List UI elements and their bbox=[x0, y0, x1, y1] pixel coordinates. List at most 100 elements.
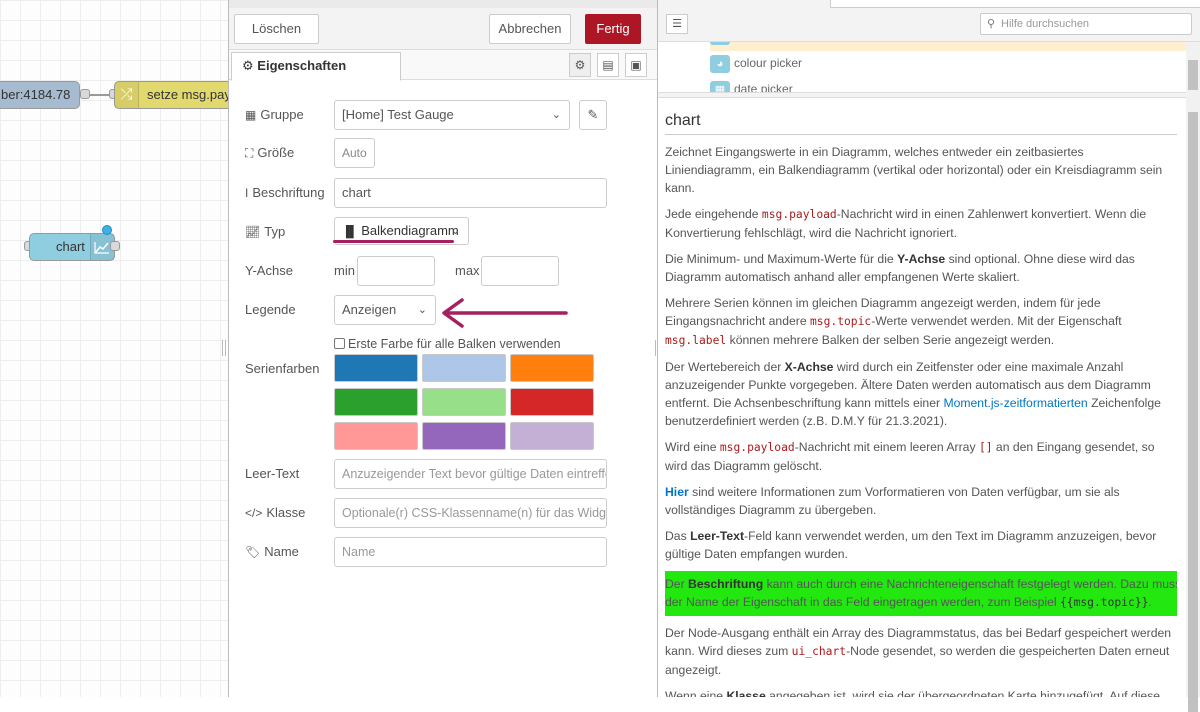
group-select-value: [Home] Test Gauge bbox=[342, 107, 454, 122]
type-label: 📈︎ Typ bbox=[245, 217, 285, 247]
first-color-checkbox[interactable] bbox=[334, 338, 345, 349]
series-color-swatch[interactable] bbox=[422, 354, 506, 382]
help-paragraph: Die Minimum- und Maximum-Werte für die Y… bbox=[665, 252, 1135, 284]
yaxis-max-input[interactable] bbox=[481, 256, 559, 286]
group-label-text: Gruppe bbox=[260, 107, 304, 122]
help-paragraph: Zeichnet Eingangswerte in ein Diagramm, … bbox=[665, 145, 1163, 195]
text-cursor-icon: I bbox=[245, 186, 249, 200]
series-colors-label: Serienfarben bbox=[245, 361, 320, 376]
tray-toolbar: Löschen Abbrechen Fertig bbox=[229, 0, 657, 50]
momentjs-link[interactable]: Moment.js-zeitformatierten bbox=[943, 396, 1087, 410]
series-color-swatch[interactable] bbox=[334, 354, 418, 382]
help-paragraph: Das Leer-Text-Feld kann verwendet werden… bbox=[665, 529, 1157, 561]
legend-select[interactable]: Anzeigen ⌄ bbox=[334, 295, 436, 325]
search-icon: ⚲ bbox=[987, 18, 996, 30]
series-color-swatch[interactable] bbox=[510, 388, 594, 416]
yaxis-max-label: max bbox=[455, 263, 480, 278]
help-search-input[interactable]: ⚲ Hilfe durchsuchen bbox=[980, 13, 1192, 35]
area-chart-icon: 📈︎ bbox=[245, 225, 261, 239]
name-label: 🏷︎ Name bbox=[245, 537, 299, 567]
caption-label: I Beschriftung bbox=[245, 178, 325, 208]
sensor-node-output-port[interactable] bbox=[80, 89, 90, 99]
resize-handle[interactable] bbox=[222, 340, 226, 356]
help-title: chart bbox=[665, 112, 1177, 135]
list-toggle-button[interactable]: ☰ bbox=[666, 14, 688, 34]
pencil-icon: ✎ bbox=[587, 107, 599, 122]
gear-icon: ⚙ bbox=[574, 58, 586, 72]
help-sidebar: ☰ ⚲ Hilfe durchsuchen ◕ colour picker ▦ da… bbox=[658, 0, 1200, 712]
help-paragraph: Der Wertebereich der X-Achse wird durch … bbox=[665, 360, 1161, 428]
yaxis-label: Y-Achse bbox=[245, 263, 293, 278]
class-label-text: Klasse bbox=[266, 505, 306, 520]
group-select[interactable]: [Home] Test Gauge ⌄ bbox=[334, 100, 570, 130]
series-color-swatch[interactable] bbox=[510, 422, 594, 450]
resize-icon: ⛶ bbox=[245, 146, 254, 160]
series-color-swatch[interactable] bbox=[422, 388, 506, 416]
description-tab-button[interactable]: ▤ bbox=[597, 53, 619, 77]
type-label-text: Typ bbox=[264, 224, 286, 239]
name-input[interactable]: Name bbox=[334, 537, 607, 567]
legend-label: Legende bbox=[245, 302, 296, 317]
cancel-button[interactable]: Abbrechen bbox=[489, 14, 571, 44]
highlighted-help-paragraph: Der Beschriftung kann auch durch eine Na… bbox=[665, 571, 1177, 616]
series-color-swatch[interactable] bbox=[422, 422, 506, 450]
tree-item-label: colour picker bbox=[734, 56, 803, 70]
tree-item-label: date picker bbox=[734, 82, 793, 92]
sensor-node-label: ber:4184.78 bbox=[1, 87, 71, 102]
file-text-icon: ▤ bbox=[602, 58, 614, 72]
chart-node-label: chart bbox=[56, 239, 85, 254]
sidebar-top-tab bbox=[830, 0, 1200, 8]
tree-item-date-picker[interactable]: ▦ date picker bbox=[710, 78, 793, 92]
help-paragraph: Wird eine msg.payload-Nachricht mit eine… bbox=[665, 440, 1155, 473]
group-label: ▦ Gruppe bbox=[245, 100, 304, 130]
series-color-swatch[interactable] bbox=[334, 422, 418, 450]
class-label: </> Klasse bbox=[245, 498, 305, 528]
flow-canvas[interactable]: ber:4184.78 ⤮ setze msg.pay chart bbox=[0, 0, 228, 697]
bar-chart-icon: ▐▌ bbox=[342, 226, 358, 238]
annotation-arrow bbox=[442, 298, 568, 328]
class-input[interactable]: Optionale(r) CSS-Klassenname(n) für das … bbox=[334, 498, 607, 528]
annotation-underline bbox=[333, 240, 454, 243]
edit-group-button[interactable]: ✎ bbox=[579, 100, 607, 130]
sidebar-toolbar: ☰ ⚲ Hilfe durchsuchen bbox=[658, 0, 1200, 42]
tree-item-colour-picker[interactable]: ◕ colour picker bbox=[710, 52, 802, 74]
shuffle-icon: ⤮ bbox=[115, 82, 139, 108]
series-color-swatch[interactable] bbox=[334, 388, 418, 416]
help-paragraph: Jede eingehende msg.payload-Nachricht wi… bbox=[665, 207, 1147, 240]
palette-icon: ◕ bbox=[710, 54, 730, 73]
selected-tree-row bbox=[710, 42, 1186, 51]
caption-input[interactable]: chart bbox=[334, 178, 607, 208]
chevron-down-icon: ⌄ bbox=[551, 109, 561, 121]
legend-select-value: Anzeigen bbox=[342, 302, 397, 317]
size-button[interactable]: Auto bbox=[334, 138, 375, 168]
delete-button[interactable]: Löschen bbox=[234, 14, 319, 44]
series-color-swatch[interactable] bbox=[510, 354, 594, 382]
yaxis-min-input[interactable] bbox=[357, 256, 435, 286]
name-label-text: Name bbox=[264, 544, 299, 559]
tab-properties[interactable]: ⚙ Eigenschaften bbox=[231, 52, 401, 81]
first-color-checkbox-label: Erste Farbe für alle Balken verwenden bbox=[348, 337, 561, 351]
change-node-label: setze msg.pay bbox=[147, 87, 228, 102]
tree-scroll-thumb[interactable] bbox=[1188, 60, 1198, 90]
help-paragraph: Hier sind weitere Informationen zum Vorf… bbox=[665, 485, 1120, 517]
changed-indicator-dot bbox=[102, 225, 112, 235]
first-color-option: Erste Farbe für alle Balken verwenden bbox=[334, 336, 561, 352]
table-icon: ▦ bbox=[245, 108, 257, 122]
calendar-icon: ▦ bbox=[710, 80, 730, 92]
empty-text-input[interactable]: Anzuzeigender Text bevor gültige Daten e… bbox=[334, 459, 607, 489]
done-button[interactable]: Fertig bbox=[585, 14, 641, 44]
chart-node[interactable]: chart bbox=[29, 233, 115, 261]
change-node[interactable]: ⤮ setze msg.pay bbox=[114, 81, 228, 109]
hier-link[interactable]: Hier bbox=[665, 485, 689, 499]
scrollbar[interactable] bbox=[1186, 42, 1200, 712]
empty-text-label: Leer-Text bbox=[245, 466, 300, 481]
type-select-value: Balkendiagramm bbox=[361, 223, 459, 238]
help-paragraph: Der Node-Ausgang enthält ein Array des D… bbox=[665, 626, 1172, 677]
help-paragraph: Mehrere Serien können im gleichen Diagra… bbox=[665, 296, 1122, 347]
sensor-node[interactable]: ber:4184.78 bbox=[0, 81, 80, 109]
chart-node-output-port[interactable] bbox=[110, 241, 120, 251]
help-scroll-thumb[interactable] bbox=[1188, 112, 1198, 712]
settings-tab-button[interactable]: ⚙ bbox=[569, 53, 591, 77]
caption-label-text: Beschriftung bbox=[252, 185, 325, 200]
appearance-tab-button[interactable]: ▣ bbox=[625, 53, 647, 77]
